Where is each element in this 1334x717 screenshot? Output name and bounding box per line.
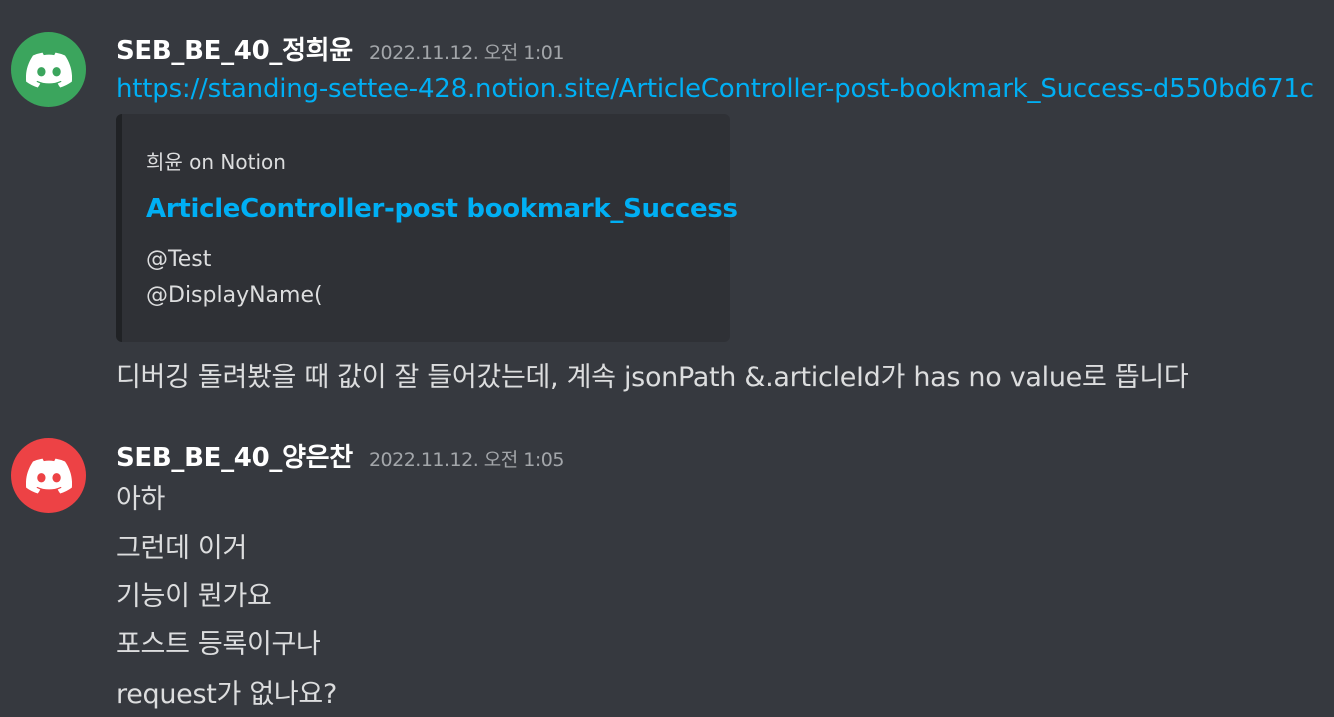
username[interactable]: SEB_BE_40_양은찬 <box>116 437 353 474</box>
message-text: 포스트 등록이구나 <box>116 629 321 660</box>
timestamp[interactable]: 2022.11.12. 오전 1:05 <box>369 445 565 472</box>
message-text: request가 없나요? <box>116 679 338 710</box>
chat-log: SEB_BE_40_정희윤 2022.11.12. 오전 1:01 https:… <box>0 0 1334 717</box>
message-text: 그런데 이거 <box>116 533 247 564</box>
message: SEB_BE_40_양은찬 2022.11.12. 오전 1:05 아하 그런데… <box>0 0 1334 717</box>
message-header: SEB_BE_40_양은찬 2022.11.12. 오전 1:05 <box>116 437 564 474</box>
message-text: 아하 <box>116 484 166 515</box>
message-text: 기능이 뭔가요 <box>116 581 272 612</box>
avatar[interactable] <box>11 438 86 513</box>
discord-logo-icon <box>25 458 72 494</box>
